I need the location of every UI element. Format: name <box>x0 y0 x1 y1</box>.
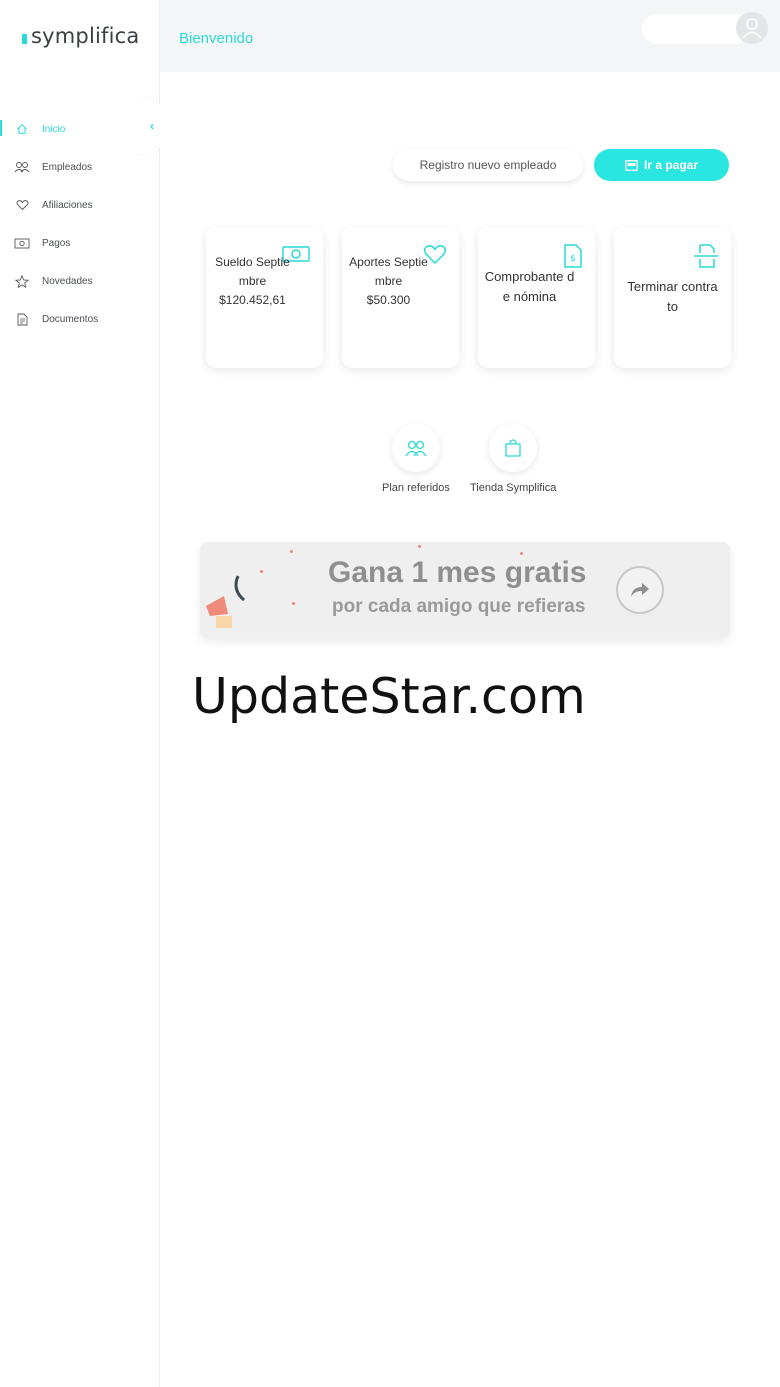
svg-text:$: $ <box>570 254 576 264</box>
document-icon <box>14 311 30 327</box>
star-icon <box>14 273 30 289</box>
symplifica-store-link[interactable]: Tienda Symplifica <box>470 424 556 494</box>
payment-icon <box>625 159 638 171</box>
referral-plan-link[interactable]: Plan referidos <box>382 424 450 494</box>
confetti-dot <box>520 552 523 555</box>
referral-banner[interactable]: Gana 1 mes gratis por cada amigo que ref… <box>200 542 730 638</box>
top-header: Bienvenido <box>160 0 780 72</box>
symplifica-store-button[interactable] <box>489 424 538 472</box>
contributions-card-value: $50.300 <box>366 293 411 307</box>
contributions-card-text: Aportes Septiembre $50.300 <box>348 253 429 310</box>
terminate-contract-card-title: Terminar contrato <box>627 279 718 314</box>
banner-title: Gana 1 mes gratis <box>328 556 587 589</box>
sidebar-item-label: Afiliaciones <box>42 199 93 211</box>
sidebar-item-label: Empleados <box>42 161 93 173</box>
watermark-text: UpdateStar.com <box>192 668 586 725</box>
megaphone-icon <box>206 575 246 628</box>
banner-subtitle: por cada amigo que refieras <box>332 596 586 617</box>
logo[interactable]: symplifica <box>22 24 139 48</box>
users-icon <box>405 440 427 457</box>
sidebar-item-label: Inicio <box>42 123 66 135</box>
symplifica-store-label: Tienda Symplifica <box>470 482 557 494</box>
users-icon <box>14 159 30 175</box>
summary-cards: Sueldo Septiembre $120.452,61 Aportes Se… <box>206 227 731 368</box>
sidebar-item-label: Novedades <box>42 275 93 287</box>
avatar[interactable] <box>736 12 768 44</box>
sidebar-item-label: Documentos <box>42 313 99 325</box>
pay-button-label: Ir a pagar <box>643 158 699 172</box>
payslip-card-title: Comprobante de nómina <box>484 269 575 304</box>
shopping-bag-icon <box>505 439 521 457</box>
pay-button[interactable]: Ir a pagar <box>594 149 729 181</box>
payslip-card[interactable]: $ Comprobante de nómina <box>478 227 595 368</box>
sidebar-item-label: Pagos <box>42 237 71 249</box>
share-arrow-icon <box>631 583 649 597</box>
salary-card-value: $120.452,61 <box>219 293 286 307</box>
referral-plan-label: Plan referidos <box>382 482 450 494</box>
heart-icon <box>14 197 30 213</box>
user-icon <box>742 18 762 39</box>
sidebar-item-pagos[interactable]: Pagos <box>0 224 160 262</box>
contract-icon <box>693 243 719 274</box>
salary-card[interactable]: Sueldo Septiembre $120.452,61 <box>206 227 323 368</box>
sidebar-item-novedades[interactable]: Novedades <box>0 262 160 300</box>
salary-card-title: Sueldo Septiembre <box>215 255 290 288</box>
page-title: Bienvenido <box>179 30 254 47</box>
chevron-left-icon: ‹ <box>150 119 154 133</box>
sidebar-item-afiliaciones[interactable]: Afiliaciones <box>0 186 160 224</box>
confetti-dot <box>292 602 295 605</box>
confetti-dot <box>290 550 293 553</box>
home-icon <box>14 121 30 137</box>
referral-plan-button[interactable] <box>391 424 440 472</box>
logo-mark <box>22 34 27 44</box>
contributions-card[interactable]: Aportes Septiembre $50.300 <box>342 227 459 368</box>
register-employee-button[interactable]: Registro nuevo empleado <box>393 149 583 181</box>
terminate-contract-card[interactable]: Terminar contrato <box>614 227 731 368</box>
sidebar-item-documentos[interactable]: Documentos <box>0 300 160 338</box>
share-button[interactable] <box>616 566 664 614</box>
confetti-dot <box>418 545 421 548</box>
main-content: Registro nuevo empleado Ir a pagar Sueld… <box>160 72 780 1387</box>
logo-text: symplifica <box>31 24 140 48</box>
confetti-dot <box>260 570 263 573</box>
contributions-card-title: Aportes Septiembre <box>349 255 428 288</box>
salary-card-text: Sueldo Septiembre $120.452,61 <box>212 253 293 310</box>
sidebar: symplifica Inicio Empleados Afiliaciones… <box>0 0 170 1387</box>
money-icon <box>14 235 30 251</box>
